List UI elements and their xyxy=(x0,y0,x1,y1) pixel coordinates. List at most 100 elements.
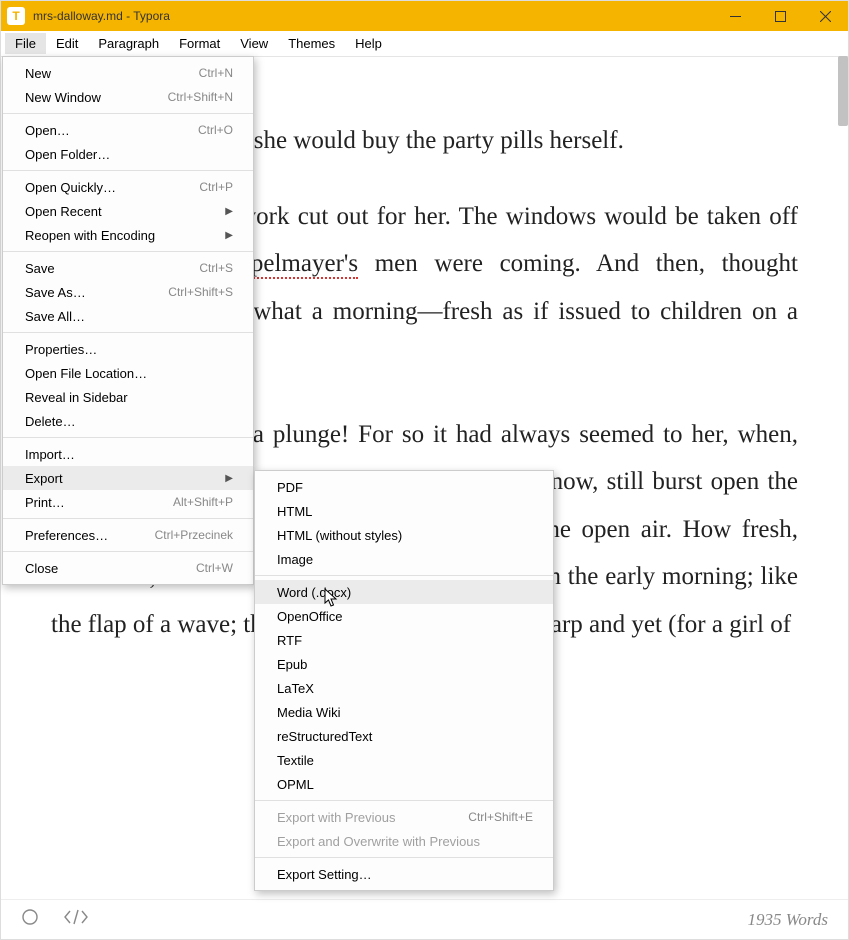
export-menu-item[interactable]: reStructuredText xyxy=(255,724,553,748)
file-menu-item[interactable]: Reveal in Sidebar xyxy=(3,385,253,409)
menu-item-label: Export and Overwrite with Previous xyxy=(277,834,533,849)
outline-toggle-icon[interactable] xyxy=(21,908,39,931)
file-menu-item[interactable]: Preferences… Ctrl+Przecinek xyxy=(3,523,253,547)
file-menu-item[interactable]: Save As… Ctrl+Shift+S xyxy=(3,280,253,304)
menu-item-label: Open File Location… xyxy=(25,366,233,381)
export-menu-item: Export with Previous Ctrl+Shift+E xyxy=(255,805,553,829)
menu-item-label: Export xyxy=(25,471,195,486)
file-menu-separator xyxy=(3,332,253,333)
file-menu-dropdown: NewCtrl+NNew WindowCtrl+Shift+N Open…Ctrl… xyxy=(2,56,254,585)
file-menu-item[interactable]: Properties… xyxy=(3,337,253,361)
submenu-arrow-icon: ▶ xyxy=(225,230,233,241)
menu-view[interactable]: View xyxy=(230,33,278,54)
menu-item-label: Reveal in Sidebar xyxy=(25,390,233,405)
submenu-arrow-icon: ▶ xyxy=(225,206,233,217)
file-menu-item[interactable]: Print…Alt+Shift+P xyxy=(3,490,253,514)
file-menu-separator xyxy=(3,251,253,252)
menu-item-label: Delete… xyxy=(25,414,233,429)
menu-item-shortcut: Ctrl+N xyxy=(199,66,233,80)
file-menu-item[interactable]: NewCtrl+N xyxy=(3,61,253,85)
export-menu-item[interactable]: OPML xyxy=(255,772,553,796)
export-menu-item[interactable]: LaTeX xyxy=(255,676,553,700)
export-menu-separator xyxy=(255,575,553,576)
maximize-icon xyxy=(775,11,786,22)
menu-paragraph[interactable]: Paragraph xyxy=(88,33,169,54)
menu-item-label: RTF xyxy=(277,633,533,648)
menu-item-shortcut: Ctrl+S xyxy=(199,261,233,275)
menu-item-label: Textile xyxy=(277,753,533,768)
menu-item-label: Image xyxy=(277,552,533,567)
export-menu-item[interactable]: Image xyxy=(255,547,553,571)
file-menu-item[interactable]: Open File Location… xyxy=(3,361,253,385)
export-menu-item[interactable]: Export Setting… xyxy=(255,862,553,886)
file-menu-item[interactable]: Save Ctrl+S xyxy=(3,256,253,280)
menu-item-label: Export with Previous xyxy=(277,810,438,825)
export-menu-item[interactable]: OpenOffice xyxy=(255,604,553,628)
menu-item-label: Open Folder… xyxy=(25,147,233,162)
file-menu-item[interactable]: Reopen with Encoding ▶ xyxy=(3,223,253,247)
file-menu-item[interactable]: Open…Ctrl+O xyxy=(3,118,253,142)
file-menu-item[interactable]: Save All… xyxy=(3,304,253,328)
menu-item-shortcut: Ctrl+Przecinek xyxy=(155,528,233,542)
menu-item-label: Open Quickly… xyxy=(25,180,169,195)
maximize-button[interactable] xyxy=(758,1,803,31)
close-button[interactable] xyxy=(803,1,848,31)
menu-item-label: Save xyxy=(25,261,169,276)
export-menu-item[interactable]: PDF xyxy=(255,475,553,499)
mouse-cursor xyxy=(324,588,342,610)
file-menu-item[interactable]: CloseCtrl+W xyxy=(3,556,253,580)
menu-item-label: OPML xyxy=(277,777,533,792)
export-menu-item[interactable]: Textile xyxy=(255,748,553,772)
menu-item-label: Print… xyxy=(25,495,143,510)
menu-item-label: Import… xyxy=(25,447,233,462)
titlebar: T mrs-dalloway.md - Typora xyxy=(1,1,848,31)
source-code-toggle-icon[interactable] xyxy=(63,909,89,930)
menu-item-label: Close xyxy=(25,561,166,576)
menu-item-label: LaTeX xyxy=(277,681,533,696)
scrollbar-thumb[interactable] xyxy=(838,56,848,126)
file-menu-item[interactable]: Delete… xyxy=(3,409,253,433)
file-menu-separator xyxy=(3,113,253,114)
menu-item-label: Open Recent xyxy=(25,204,195,219)
export-menu-item[interactable]: Word (.docx) xyxy=(255,580,553,604)
menu-item-label: HTML (without styles) xyxy=(277,528,533,543)
submenu-arrow-icon: ▶ xyxy=(225,473,233,484)
menu-themes[interactable]: Themes xyxy=(278,33,345,54)
export-menu-item: Export and Overwrite with Previous xyxy=(255,829,553,853)
file-menu-separator xyxy=(3,170,253,171)
menu-item-label: Reopen with Encoding xyxy=(25,228,195,243)
app-icon: T xyxy=(7,7,25,25)
file-menu-item[interactable]: Export ▶ xyxy=(3,466,253,490)
menu-item-shortcut: Ctrl+Shift+S xyxy=(168,285,233,299)
menu-item-label: reStructuredText xyxy=(277,729,533,744)
file-menu-item[interactable]: Import… xyxy=(3,442,253,466)
file-menu-item[interactable]: Open Quickly…Ctrl+P xyxy=(3,175,253,199)
menu-file[interactable]: File xyxy=(5,33,46,54)
export-menu-item[interactable]: Media Wiki xyxy=(255,700,553,724)
menu-format[interactable]: Format xyxy=(169,33,230,54)
statusbar: 1935 Words xyxy=(1,899,848,939)
export-submenu: PDFHTML HTML (without styles) Image Word (.… xyxy=(254,470,554,891)
menubar: File Edit Paragraph Format View Themes H… xyxy=(1,31,848,57)
minimize-button[interactable] xyxy=(713,1,758,31)
menu-item-label: Preferences… xyxy=(25,528,125,543)
menu-item-label: Properties… xyxy=(25,342,233,357)
file-menu-separator xyxy=(3,437,253,438)
menu-item-shortcut: Ctrl+O xyxy=(198,123,233,137)
export-menu-item[interactable]: HTML (without styles) xyxy=(255,523,553,547)
window-title: mrs-dalloway.md - Typora xyxy=(33,9,713,23)
file-menu-item[interactable]: New WindowCtrl+Shift+N xyxy=(3,85,253,109)
menu-item-shortcut: Ctrl+Shift+E xyxy=(468,810,533,824)
export-menu-item[interactable]: HTML xyxy=(255,499,553,523)
menu-edit[interactable]: Edit xyxy=(46,33,88,54)
menu-help[interactable]: Help xyxy=(345,33,392,54)
export-menu-item[interactable]: RTF xyxy=(255,628,553,652)
file-menu-item[interactable]: Open Folder… xyxy=(3,142,253,166)
file-menu-item[interactable]: Open Recent ▶ xyxy=(3,199,253,223)
window-controls xyxy=(713,1,848,31)
menu-item-label: New Window xyxy=(25,90,138,105)
menu-item-label: Save As… xyxy=(25,285,138,300)
export-menu-separator xyxy=(255,857,553,858)
export-menu-item[interactable]: Epub xyxy=(255,652,553,676)
word-count[interactable]: 1935 Words xyxy=(748,910,828,930)
